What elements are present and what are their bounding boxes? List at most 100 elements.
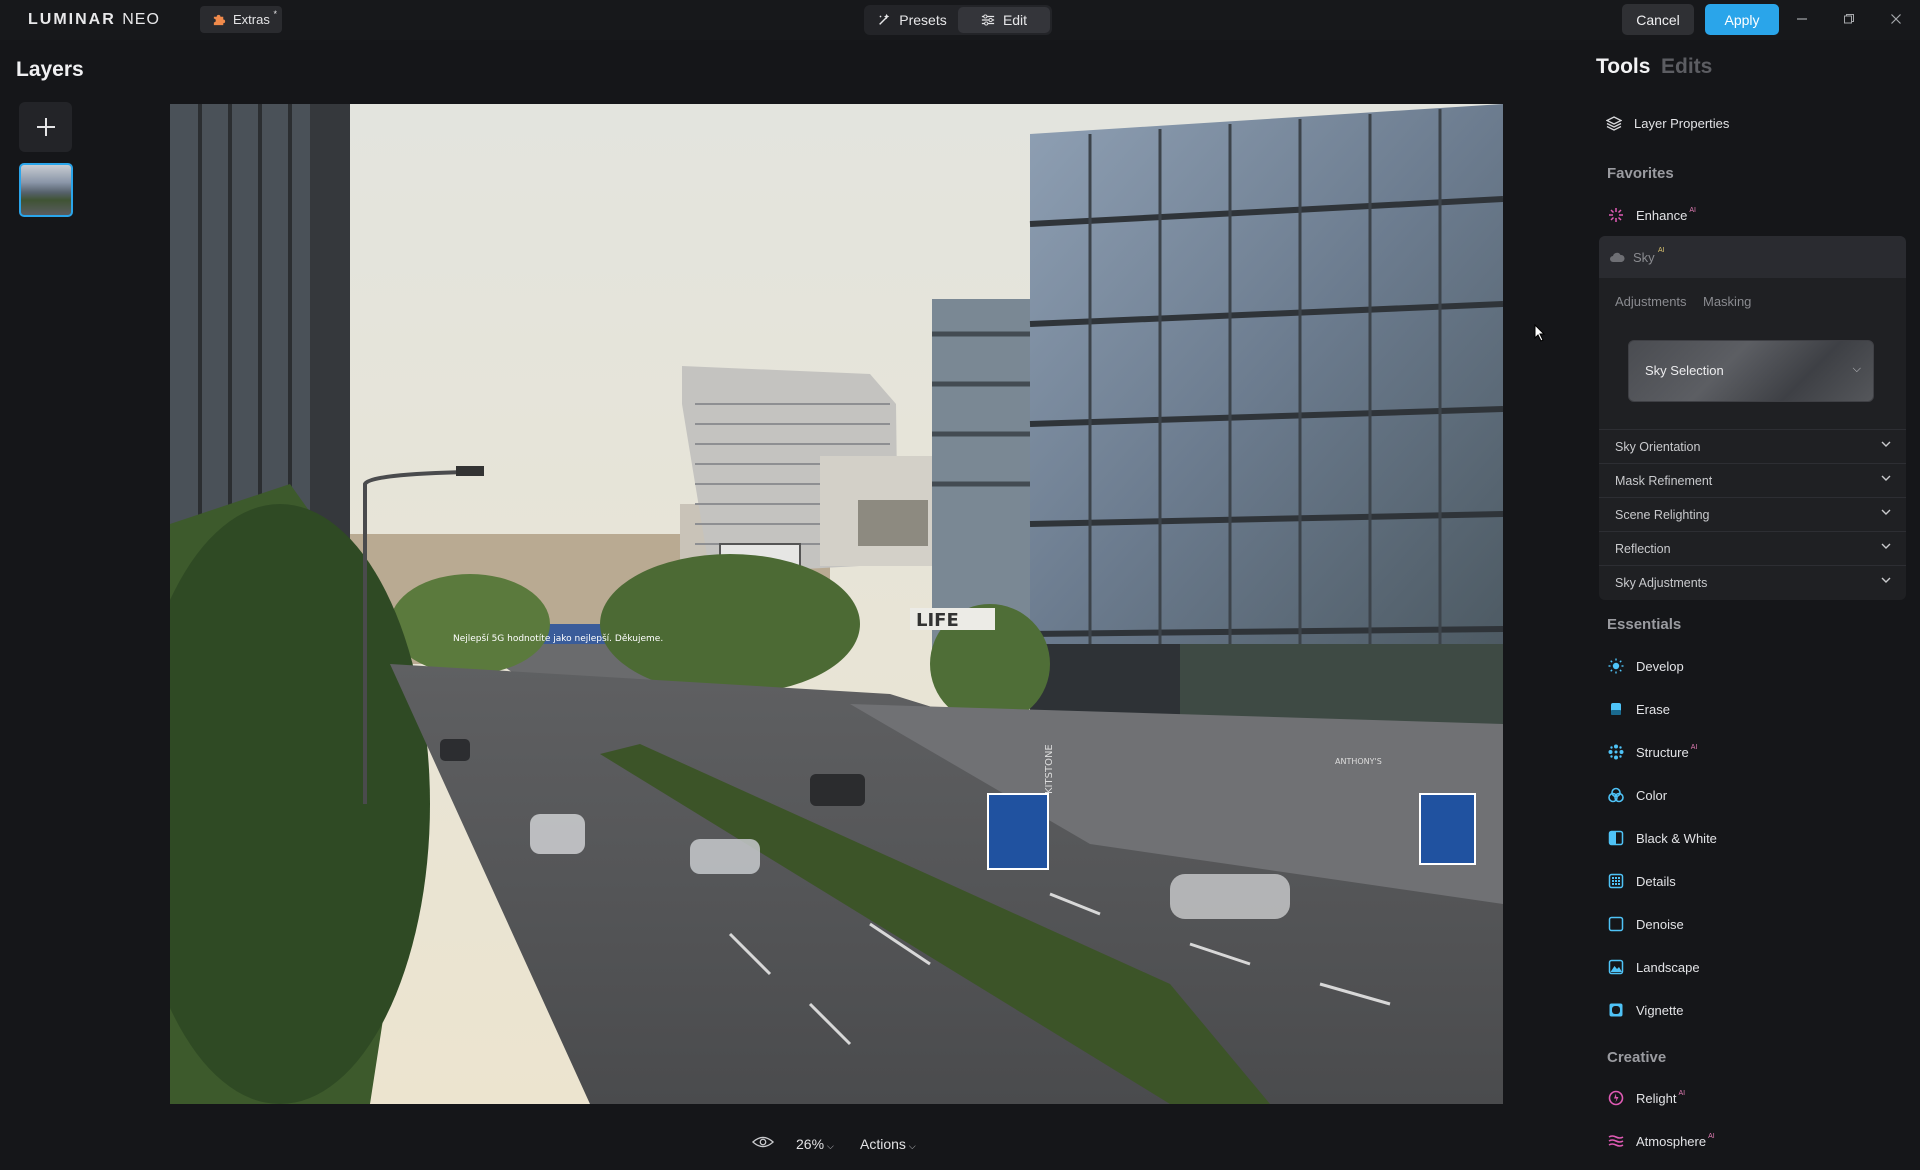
- tool-label: Details: [1636, 873, 1676, 889]
- chevron-down-icon: [1881, 509, 1891, 515]
- subtab-masking[interactable]: Masking: [1703, 294, 1751, 309]
- tool-denoise[interactable]: Denoise: [1608, 909, 1684, 939]
- bw-icon: [1608, 830, 1624, 846]
- tool-label: Denoise: [1636, 916, 1684, 932]
- tool-structure[interactable]: Structure AI: [1608, 737, 1697, 767]
- cloud-icon: [1610, 252, 1625, 262]
- life-sign-text: LIFE: [916, 610, 959, 631]
- minimize-icon[interactable]: [1791, 8, 1813, 30]
- enhance-icon: [1609, 208, 1623, 222]
- layer-properties-item[interactable]: Layer Properties: [1606, 108, 1729, 138]
- actions-label: Actions: [860, 1136, 906, 1152]
- layer-properties-label: Layer Properties: [1634, 115, 1730, 131]
- logo-main-text: LUMINAR: [28, 11, 116, 28]
- presets-icon: [879, 13, 890, 25]
- tool-enhance[interactable]: Enhance AI: [1608, 200, 1696, 230]
- zoom-value: 26%: [796, 1136, 825, 1152]
- sky-tool-panel: Sky AI Adjustments Masking Sky Selection…: [1599, 236, 1906, 600]
- ai-badge: AI: [1690, 743, 1698, 751]
- tab-presets[interactable]: Presets: [866, 7, 958, 33]
- ai-badge: AI: [1708, 1132, 1715, 1140]
- tool-color[interactable]: Color: [1608, 780, 1667, 810]
- actions-dropdown[interactable]: Actions ⌵: [860, 1136, 916, 1152]
- tool-black-white[interactable]: Black & White: [1608, 823, 1717, 853]
- layer-thumbnail[interactable]: [19, 163, 73, 217]
- creative-heading: Creative: [1607, 1049, 1667, 1066]
- tab-tools[interactable]: Tools: [1596, 55, 1650, 79]
- accordion-label: Mask Refinement: [1615, 474, 1713, 488]
- zoom-dropdown[interactable]: 26% ⌵: [796, 1136, 834, 1152]
- tool-erase[interactable]: Erase: [1608, 694, 1670, 724]
- details-icon: [1608, 873, 1624, 889]
- accordion-label: Sky Adjustments: [1615, 576, 1708, 590]
- layers-title: Layers: [16, 58, 84, 81]
- tool-label: Atmosphere: [1636, 1133, 1707, 1149]
- photo-canvas[interactable]: LIFE Nejlepší 5G hodnotíte jako nejlepší…: [170, 104, 1503, 1104]
- accordion-sky-orientation[interactable]: Sky Orientation: [1599, 429, 1906, 463]
- tool-vignette[interactable]: Vignette: [1608, 995, 1683, 1025]
- chevron-down-icon: [1881, 441, 1891, 447]
- extras-label: Extras: [233, 12, 270, 27]
- landscape-icon: [1608, 959, 1624, 975]
- chevron-down-icon: [1881, 475, 1891, 481]
- ai-badge: AI: [1689, 206, 1696, 214]
- subtab-adjustments[interactable]: Adjustments: [1615, 294, 1687, 309]
- sun-icon: [1608, 658, 1624, 674]
- add-layer-button[interactable]: [19, 102, 72, 152]
- tab-presets-label: Presets: [899, 12, 947, 28]
- structure-icon: [1608, 744, 1624, 760]
- eraser-icon: [1611, 703, 1621, 715]
- tab-edit-label: Edit: [1002, 12, 1028, 28]
- sky-tool-header[interactable]: Sky AI: [1599, 236, 1906, 278]
- chevron-down-icon: ⌵: [908, 1141, 916, 1151]
- denoise-icon: [1608, 916, 1624, 932]
- relight-icon: [1608, 1090, 1624, 1106]
- cancel-button[interactable]: Cancel: [1622, 4, 1694, 35]
- tool-relight[interactable]: Relight AI: [1608, 1083, 1685, 1113]
- tool-label: Develop: [1636, 658, 1684, 674]
- app-logo: LUMINAR NEO: [28, 11, 160, 29]
- color-icon: [1608, 787, 1624, 803]
- favorites-heading: Favorites: [1607, 165, 1674, 182]
- accordion-scene-relighting[interactable]: Scene Relighting: [1599, 497, 1906, 531]
- vignette-icon: [1609, 1003, 1623, 1017]
- tool-develop[interactable]: Develop: [1608, 651, 1684, 681]
- chevron-down-icon: [1881, 543, 1891, 549]
- tool-label: Structure: [1636, 744, 1689, 760]
- accordion-sky-adjustments[interactable]: Sky Adjustments: [1599, 565, 1906, 599]
- accordion-mask-refinement[interactable]: Mask Refinement: [1599, 463, 1906, 497]
- sliders-icon: [981, 14, 995, 26]
- accordion-label: Scene Relighting: [1615, 508, 1710, 522]
- tool-atmosphere[interactable]: Atmosphere AI: [1608, 1126, 1715, 1156]
- apply-button[interactable]: Apply: [1705, 4, 1779, 35]
- tool-label: Erase: [1636, 701, 1670, 717]
- tool-label: Landscape: [1636, 959, 1700, 975]
- tool-details[interactable]: Details: [1608, 866, 1676, 896]
- ai-badge: AI: [1678, 1089, 1686, 1097]
- atmosphere-icon: [1608, 1135, 1624, 1147]
- sky-selection-dropdown[interactable]: Sky Selection ⌵: [1628, 340, 1874, 402]
- accordion-reflection[interactable]: Reflection: [1599, 531, 1906, 565]
- extras-button[interactable]: Extras *: [200, 6, 282, 33]
- enhance-label: Enhance: [1636, 207, 1688, 223]
- store-text: ANTHONY'S: [1335, 757, 1382, 766]
- tool-label: Vignette: [1636, 1002, 1684, 1018]
- chevron-down-icon: ⌵: [827, 1141, 834, 1151]
- tab-edit[interactable]: Edit: [958, 7, 1050, 33]
- mode-tabs: Presets Edit: [864, 5, 1052, 35]
- puzzle-icon: [213, 14, 226, 26]
- tab-edits[interactable]: Edits: [1661, 55, 1712, 79]
- building-text: KITSTONE: [1044, 744, 1055, 794]
- billboard-text: Nejlepší 5G hodnotíte jako nejlepší. Děk…: [453, 633, 663, 644]
- plus-icon: [36, 118, 55, 136]
- layers-icon: [1606, 116, 1622, 131]
- restore-icon[interactable]: [1838, 8, 1860, 30]
- mouse-cursor-icon: [1534, 323, 1546, 347]
- tool-label: Black & White: [1636, 830, 1717, 846]
- close-icon[interactable]: [1885, 8, 1907, 30]
- extras-badge: *: [273, 9, 277, 19]
- eye-icon[interactable]: [751, 1134, 775, 1155]
- chevron-down-icon: ⌵: [1852, 363, 1861, 375]
- top-bar: LUMINAR NEO Extras * Presets Edit Cancel…: [0, 0, 1920, 40]
- tool-landscape[interactable]: Landscape: [1608, 952, 1700, 982]
